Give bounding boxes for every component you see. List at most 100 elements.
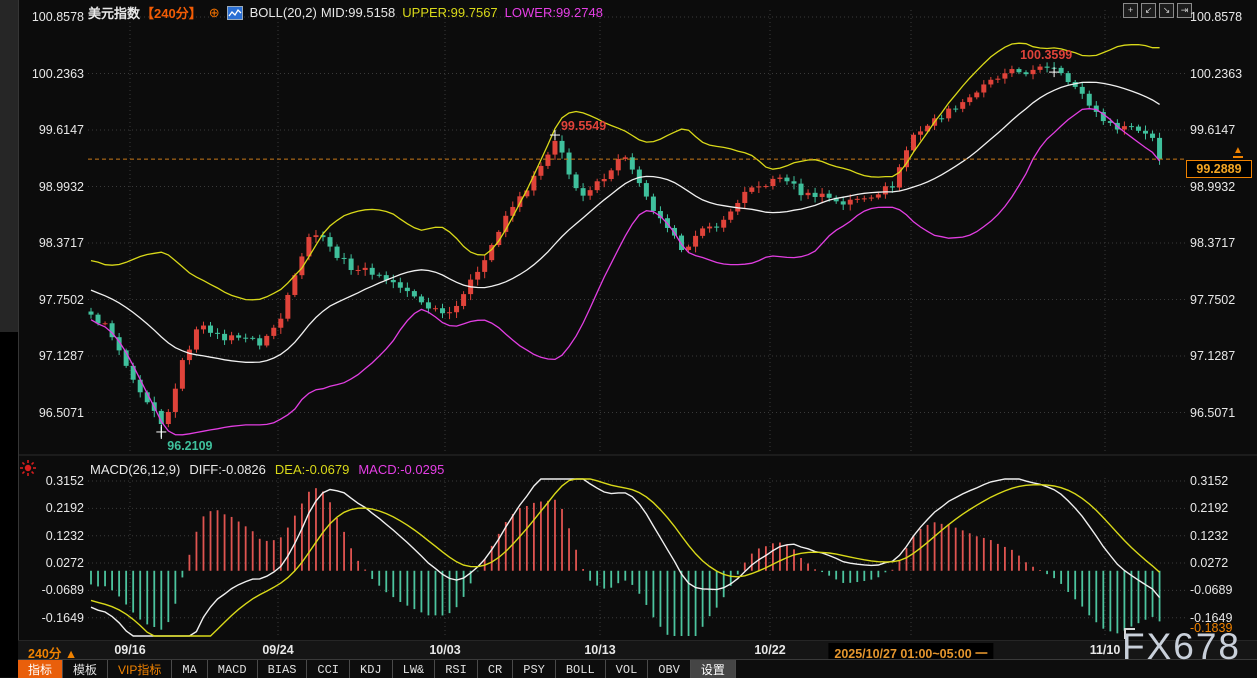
toolbar-button-MA[interactable]: MA <box>172 660 208 678</box>
candle-body <box>362 267 368 270</box>
toolbar-button-CCI[interactable]: CCI <box>307 660 351 678</box>
boll-lower-value: LOWER:99.2748 <box>504 5 603 20</box>
candle-body <box>1135 126 1141 131</box>
price-tick-right: 100.8578 <box>1190 10 1243 24</box>
candle-body <box>714 226 720 228</box>
candle-body <box>1086 93 1092 106</box>
macd-tick-left: -0.1649 <box>41 610 84 625</box>
toolbar-button-设置[interactable]: 设置 <box>690 660 736 678</box>
indicator-settings-icon[interactable] <box>20 460 36 476</box>
candle-body <box>981 84 987 93</box>
candle-body <box>798 183 804 196</box>
candle-body <box>601 179 607 182</box>
candle-body <box>545 154 551 166</box>
date-label: 09/16 <box>114 643 146 657</box>
candle-body <box>334 246 340 258</box>
price-tick-right: 100.2363 <box>1190 66 1243 81</box>
candle-body <box>861 198 867 200</box>
macd-tick-left: 0.1232 <box>45 528 84 543</box>
candle-body <box>643 183 649 197</box>
candle-body <box>440 308 445 314</box>
candle-body <box>1037 66 1043 70</box>
price-tick-right: 98.3717 <box>1190 236 1236 250</box>
candle-body <box>650 196 656 212</box>
candle-body <box>812 192 818 197</box>
price-tick-left: 100.8578 <box>31 10 84 24</box>
macd-tick-right: 0.1232 <box>1190 528 1229 543</box>
candle-body <box>608 170 614 180</box>
add-compare-icon[interactable]: ⊕ <box>209 6 220 19</box>
swing-high-marker-2 <box>1049 67 1060 78</box>
toolbar-button-BOLL[interactable]: BOLL <box>556 660 606 678</box>
toolbar-button-KDJ[interactable]: KDJ <box>350 660 393 678</box>
toolbar-button-指标[interactable]: 指标 <box>18 660 64 678</box>
time-axis[interactable]: 09/16 09/24 10/03 10/13 10/22 11/10 2025/10/27… <box>18 640 1257 662</box>
candle-body <box>552 140 558 155</box>
swing-high-label-1: 99.5549 <box>560 119 607 134</box>
candle-body <box>236 335 242 338</box>
candle-body <box>854 198 860 200</box>
candle-body <box>939 118 945 120</box>
candle-body <box>615 158 621 171</box>
candle-body <box>967 97 973 103</box>
candle-body <box>840 201 846 205</box>
candle-body <box>686 246 692 251</box>
candle-body <box>911 134 917 151</box>
macd-tick-left: 0.0272 <box>45 556 84 570</box>
macd-name[interactable]: MACD(26,12,9) <box>90 462 180 477</box>
candle-body <box>538 165 544 176</box>
toolbar-button-MACD[interactable]: MACD <box>208 660 258 678</box>
candle-body <box>594 181 600 191</box>
candle-body <box>102 323 108 325</box>
toolbar-button-OBV[interactable]: OBV <box>648 660 691 678</box>
candle-body <box>1009 69 1015 74</box>
move-tool-icon[interactable]: + <box>1123 3 1138 18</box>
candle-body <box>285 294 291 319</box>
period-badge[interactable]: 【240分】 <box>141 3 202 22</box>
chart-style-icon[interactable] <box>226 5 243 20</box>
price-tick-right: 99.6147 <box>1190 123 1236 137</box>
candle-body <box>559 140 565 153</box>
last-price-tag: 99.2889 <box>1186 160 1252 178</box>
toolbar-button-LW&[interactable]: LW& <box>393 660 436 678</box>
toolbar-button-VIP指标[interactable]: VIP指标 <box>108 660 173 678</box>
price-tick-right: 97.1287 <box>1190 349 1236 363</box>
indicator-toolbar: 指标 模板 VIP指标 MA MACD BIAS CCI KDJ LW& RSI CR PSY BOLL… <box>18 659 1257 678</box>
candle-body <box>847 199 853 205</box>
candle-body <box>1016 69 1022 73</box>
zoom-out-pane-icon[interactable]: ↘ <box>1159 3 1174 18</box>
candle-body <box>186 349 192 361</box>
candle-body <box>1065 73 1071 83</box>
boll-label[interactable]: BOLL(20,2) <box>250 5 317 20</box>
candle-body <box>742 191 748 203</box>
toolbar-button-VOL[interactable]: VOL <box>606 660 649 678</box>
macd-dea-line <box>90 478 1161 637</box>
toolbar-button-BIAS[interactable]: BIAS <box>258 660 308 678</box>
zoom-in-pane-icon[interactable]: ↙ <box>1141 3 1156 18</box>
toolbar-button-CR[interactable]: CR <box>478 660 514 678</box>
toolbar-button-RSI[interactable]: RSI <box>435 660 478 678</box>
candle-body <box>250 337 256 339</box>
candle-body <box>707 226 713 229</box>
candle-body <box>264 335 270 346</box>
macd-diff-value: DIFF:-0.0826 <box>189 462 266 477</box>
candle-body <box>425 302 431 309</box>
candle-body <box>988 79 994 85</box>
macd-tick-left: 0.2192 <box>45 501 84 516</box>
toolbar-button-PSY[interactable]: PSY <box>513 660 556 678</box>
candle-body <box>756 186 762 188</box>
candle-body <box>566 152 572 175</box>
date-label: 09/24 <box>262 643 294 657</box>
candle-body <box>1157 137 1163 160</box>
candle-body <box>728 211 734 220</box>
candle-body <box>1143 130 1148 134</box>
price-tick-left: 98.3717 <box>38 236 84 250</box>
candle-body <box>376 274 382 276</box>
price-tick-left: 96.5071 <box>38 405 84 420</box>
boll-mid-value: MID:99.5158 <box>320 5 396 20</box>
candle-body <box>791 181 797 184</box>
chart-canvas[interactable] <box>0 0 1257 677</box>
date-label: 10/22 <box>754 643 786 657</box>
toolbar-button-模板[interactable]: 模板 <box>63 660 109 678</box>
watermark: FX678 <box>1122 626 1242 667</box>
